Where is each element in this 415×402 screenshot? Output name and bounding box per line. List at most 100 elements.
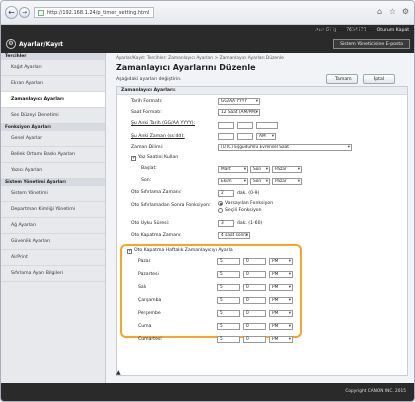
browser-toolbar: ← → http://192.168.1.24/p_timer_setting.… [1, 1, 414, 25]
day-minute-input[interactable]: 0 [243, 258, 266, 265]
current-day-input[interactable] [218, 122, 234, 129]
day-minute-input[interactable]: 0 [243, 271, 266, 278]
day-hour-input[interactable]: 5 [217, 258, 240, 265]
dst-end-day-select[interactable]: Pazar [272, 178, 302, 185]
cancel-button[interactable]: İptal [363, 74, 395, 84]
current-ampm-select[interactable]: AM [256, 133, 276, 140]
day-minute-input[interactable]: 0 [243, 297, 266, 304]
sidebar-item-paper[interactable]: Kağıt Ayarları [1, 60, 105, 76]
sidebar: Tercihler Kağıt Ayarları Ekran Ayarları … [1, 53, 106, 383]
dst-start-month-select[interactable]: Mart [218, 166, 248, 173]
dst-start-day-select[interactable]: Pazar [272, 166, 302, 173]
sidebar-item-volume[interactable]: Ses Düzeyi Denetimi [1, 108, 105, 124]
dst-label: Yaz Saatini Kullan [138, 155, 179, 160]
day-label-wednesday: Çarşamba [138, 298, 162, 303]
dst-checkbox[interactable]: ✓ [131, 156, 136, 161]
sidebar-item-timer[interactable]: Zamanlayıcı Ayarları [1, 92, 105, 108]
browser-window: ← → http://192.168.1.24/p_timer_setting.… [0, 0, 415, 402]
app-header: Ana Giriş Oturum Açan Kullanıcı: 7654321… [1, 25, 414, 53]
day-ampm-select[interactable]: PM [269, 297, 293, 304]
day-label-friday: Cuma [138, 324, 152, 329]
auto-reset-label: Oto Sıfırlama Zamanı: [131, 190, 182, 195]
url-text: http://192.168.1.24/p_timer_setting.html [47, 10, 150, 16]
timezone-select[interactable]: (UTC) Eşgüdümlü Evrensel Saat [218, 144, 352, 151]
sidebar-item-display[interactable]: Ekran Ayarları [1, 76, 105, 92]
forward-icon[interactable]: → [19, 7, 30, 18]
day-ampm-select[interactable]: PM [269, 258, 293, 265]
day-minute-input[interactable]: 0 [243, 284, 266, 291]
sidebar-item-security[interactable]: Güvenlik Ayarları [1, 234, 105, 250]
ok-button[interactable]: Tamam [326, 74, 358, 84]
day-hour-input[interactable]: 5 [217, 297, 240, 304]
weekly-timer-checkbox[interactable]: ✓ [127, 249, 132, 254]
dst-start-week-select[interactable]: Son [250, 166, 270, 173]
gear-icon[interactable]: ⚙ [401, 7, 410, 16]
page-title: Zamanlayıcı Ayarlarını Düzenle [116, 63, 256, 72]
day-label-saturday: Cumartesi [138, 337, 162, 342]
footer: Copyright CANON INC. 2015 [1, 383, 414, 401]
sidebar-item-network[interactable]: Ağ Ayarları [1, 218, 105, 234]
breadcrumb: Ayarlar/Kayıt: Tercihler: Zamanlayıcı Ay… [116, 56, 284, 61]
sidebar-item-department-id[interactable]: Departman Kimliği Yönetimi [1, 202, 105, 218]
date-format-label: Tarih Formatı: [131, 99, 163, 104]
back-icon[interactable]: ← [5, 6, 18, 19]
sidebar-item-airprint[interactable]: AirPrint [1, 250, 105, 266]
day-hour-input[interactable]: 5 [217, 271, 240, 278]
selected-function-label: Seçili Fonksiyon [225, 208, 262, 213]
current-month-input[interactable] [237, 122, 253, 129]
day-hour-input[interactable]: 5 [217, 336, 240, 343]
sidebar-item-memory-print[interactable]: Bellek Ortamı Baskı Ayarları [1, 147, 105, 163]
day-hour-input[interactable]: 5 [217, 323, 240, 330]
home-icon[interactable]: ⌂ [375, 7, 384, 16]
scroll-top-icon[interactable]: ▲ [116, 369, 121, 376]
settings-icon: ⚙ [6, 39, 16, 49]
sidebar-item-system-management[interactable]: Sistem Yönetimi [1, 186, 105, 202]
day-label-monday: Pazartesi [138, 272, 159, 277]
day-ampm-select[interactable]: PM [269, 310, 293, 317]
auto-reset-unit: dak. (0-9) [237, 191, 260, 196]
default-function-radio[interactable] [218, 201, 223, 206]
day-hour-input[interactable]: 5 [217, 284, 240, 291]
logged-in-label: Oturum Açan Kullanıcı: [315, 28, 375, 33]
day-ampm-select[interactable]: PM [269, 323, 293, 330]
day-minute-input[interactable]: 0 [243, 336, 266, 343]
app-title: ⚙ Ayarlar/Kayıt [6, 39, 63, 49]
dst-start-label: Başlat: [141, 166, 157, 171]
dst-end-label: Son: [141, 178, 152, 183]
date-format-select[interactable]: GG/AA YYYY [218, 98, 260, 105]
selected-function-radio[interactable] [218, 208, 223, 213]
day-label-sunday: Pazar [138, 259, 151, 264]
default-function-label: Varsayılan Fonksiyon [225, 201, 274, 206]
sleep-unit: dak. (1-60) [237, 221, 263, 226]
current-hour-input[interactable] [218, 133, 234, 140]
shutdown-label: Oto Kapatma Zamanı: [131, 233, 182, 238]
dst-end-month-select[interactable]: Ekim [218, 178, 248, 185]
star-icon[interactable]: ☆ [388, 7, 397, 16]
time-format-select[interactable]: 12 Saat (AM/PM) [218, 109, 260, 116]
day-label-tuesday: Salı [138, 285, 147, 290]
current-minute-input[interactable] [237, 133, 253, 140]
mail-admin-button[interactable]: Sistem Yöneticisine E-posta [333, 39, 410, 49]
timezone-label: Zaman Dilimi: [131, 145, 164, 150]
current-time-label: Şu Anki Zaman (ss:dd): [131, 134, 185, 139]
day-ampm-select[interactable]: PM [269, 271, 293, 278]
shutdown-select[interactable]: 4 saat sonra [218, 232, 250, 239]
day-hour-input[interactable]: 5 [217, 310, 240, 317]
day-minute-input[interactable]: 0 [243, 310, 266, 317]
sidebar-item-printer[interactable]: Yazıcı Ayarları [1, 163, 105, 179]
sidebar-section-preferences: Tercihler [1, 53, 105, 60]
current-year-input[interactable] [256, 122, 278, 129]
sidebar-item-reset-info[interactable]: Sıfırlama Ayarı Bilgileri [1, 266, 105, 282]
sidebar-section-system: Sistem Yönetimi Ayarları [1, 179, 105, 186]
weekly-timer-label: Oto Kapatma Haftalık Zamanlayıcıyı Ayarl… [134, 248, 233, 253]
auto-reset-input[interactable]: 2 [218, 190, 234, 197]
sleep-input[interactable]: 3 [218, 220, 234, 227]
dst-end-week-select[interactable]: Son [250, 178, 270, 185]
sidebar-item-general[interactable]: Genel Ayarlar [1, 131, 105, 147]
main-content: Ayarlar/Kayıt: Tercihler: Zamanlayıcı Ay… [111, 53, 411, 381]
app-title-text: Ayarlar/Kayıt [19, 40, 63, 48]
day-ampm-select[interactable]: PM [269, 284, 293, 291]
day-ampm-select[interactable]: PM [269, 336, 293, 343]
day-minute-input[interactable]: 0 [243, 323, 266, 330]
address-bar[interactable]: http://192.168.1.24/p_timer_setting.html [34, 7, 154, 18]
